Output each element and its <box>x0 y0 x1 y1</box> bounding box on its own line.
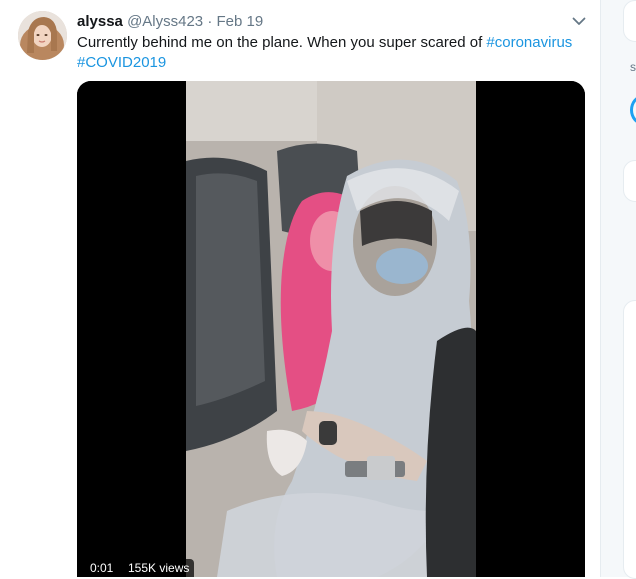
display-name[interactable]: alyssa <box>77 13 123 30</box>
sidebar-button-edge[interactable] <box>630 95 636 125</box>
separator-dot: · <box>207 13 213 30</box>
tweet-text-body: Currently behind me on the plane. When y… <box>77 34 487 51</box>
chevron-down-icon[interactable] <box>570 12 588 30</box>
tweet-text: Currently behind me on the plane. When y… <box>77 33 582 73</box>
hashtag-coronavirus[interactable]: #coronavirus <box>486 34 572 51</box>
tweet-date[interactable]: Feb 19 <box>217 13 264 30</box>
sidebar-card-mid <box>623 160 636 202</box>
right-sidebar: s <box>601 0 636 579</box>
video-player[interactable]: 0:01 155K views <box>77 81 585 577</box>
avatar[interactable] <box>18 11 67 60</box>
video-frame <box>77 81 585 577</box>
hashtag-covid2019[interactable]: #COVID2019 <box>77 54 166 71</box>
sidebar-partial-text: s <box>630 60 636 74</box>
tweet-card[interactable]: alyssa @Alyss423 · Feb 19 Currently behi… <box>0 0 601 577</box>
sidebar-card-top <box>623 0 636 42</box>
video-time: 0:01 <box>85 559 119 577</box>
user-handle[interactable]: @Alyss423 <box>127 13 203 30</box>
sidebar-card-bottom <box>623 300 636 579</box>
video-views: 155K views <box>123 559 195 577</box>
tweet-header: alyssa @Alyss423 · Feb 19 <box>77 12 263 32</box>
